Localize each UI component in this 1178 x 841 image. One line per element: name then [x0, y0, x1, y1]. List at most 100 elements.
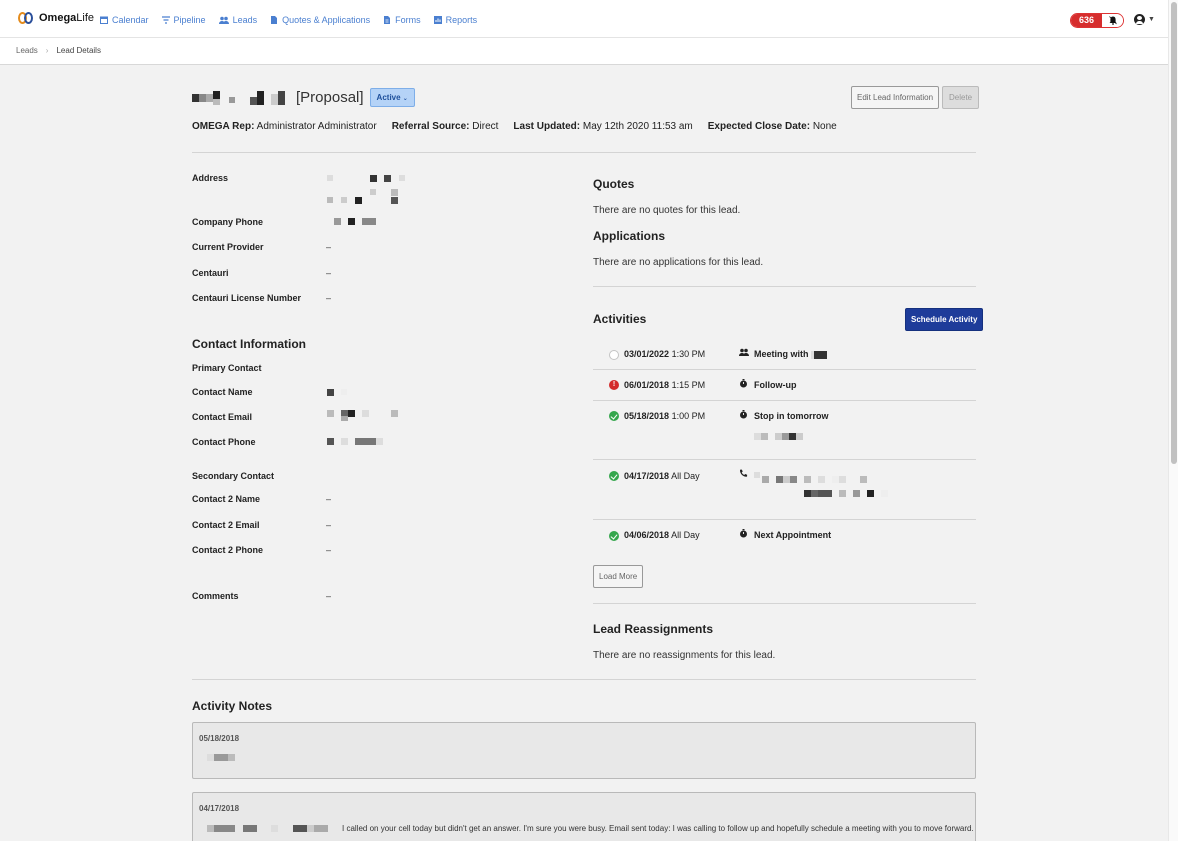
overdue-alert-icon: ! [609, 380, 619, 390]
document-icon [271, 16, 278, 24]
note-text: I called on your cell today but didn't g… [342, 824, 974, 833]
chevron-down-icon: ⌄ [402, 96, 408, 102]
funnel-icon [161, 16, 170, 24]
reassignments-empty-text: There are no reassignments for this lead… [593, 650, 776, 661]
stopwatch-icon [739, 379, 748, 390]
quotes-heading: Quotes [593, 177, 635, 191]
quotes-empty-text: There are no quotes for this lead. [593, 205, 741, 216]
meta-last-updated: Last Updated: May 12th 2020 11:53 am [513, 121, 693, 132]
divider [192, 679, 976, 680]
nav-quotes-applications[interactable]: Quotes & Applications [270, 15, 370, 25]
applications-empty-text: There are no applications for this lead. [593, 257, 764, 268]
contact2-phone-label: Contact 2 Phone [192, 545, 264, 555]
activity-row[interactable]: 05/18/2018 1:00 PM Stop in tomorrow [593, 401, 976, 460]
redacted-address [327, 175, 407, 205]
redacted-lead-name [192, 90, 292, 105]
page-scrollbar[interactable] [1168, 0, 1178, 841]
schedule-activity-button[interactable]: Schedule Activity [905, 308, 984, 331]
nav-reports[interactable]: Reports [433, 15, 478, 25]
activity-date: 04/17/2018 [624, 471, 670, 481]
activity-row[interactable]: 03/01/2022 1:30 PM Meeting with [593, 339, 976, 370]
contact2-name-value: – [326, 494, 332, 504]
comments-label: Comments [192, 591, 239, 601]
activity-row[interactable]: 04/17/2018 All Day [593, 460, 976, 520]
calendar-icon [100, 16, 108, 24]
activity-title: Stop in tomorrow [754, 411, 829, 421]
nav-leads[interactable]: Leads [218, 15, 257, 25]
current-provider-label: Current Provider [192, 242, 264, 252]
applications-heading: Applications [593, 229, 666, 243]
comments-value: – [326, 591, 332, 601]
redacted-company-phone [334, 218, 384, 226]
activity-row[interactable]: ! 06/01/2018 1:15 PM Follow-up [593, 370, 976, 401]
contact2-email-value: – [326, 520, 332, 530]
chevron-down-icon: ▼ [1148, 16, 1155, 23]
redacted-text [207, 825, 337, 833]
omegalife-logo[interactable]: OmegaLife [18, 12, 94, 24]
secondary-contact-heading: Secondary Contact [192, 471, 275, 481]
nav-calendar-label: Calendar [112, 15, 149, 25]
primary-contact-heading: Primary Contact [192, 363, 262, 373]
forms-icon [384, 16, 391, 24]
note-date: 05/18/2018 [199, 734, 240, 743]
nav-calendar[interactable]: Calendar [100, 15, 149, 25]
meta-referral-source: Referral Source: Direct [391, 121, 499, 132]
top-navigation-bar: OmegaLife Calendar Pipeline Leads Quotes… [0, 0, 1168, 38]
pending-status-icon [609, 350, 619, 360]
meta-omega-rep: OMEGA Rep: Administrator Administrator [192, 121, 377, 132]
nav-forms-label: Forms [395, 15, 421, 25]
activity-time: 1:00 PM [671, 411, 706, 421]
logo-icon [18, 12, 34, 24]
redacted-contact-phone [327, 438, 387, 446]
address-label: Address [192, 173, 229, 183]
current-provider-value: – [326, 242, 332, 252]
meta-expected-close: Expected Close Date: None [707, 121, 837, 132]
divider [192, 152, 976, 153]
centauri-license-label: Centauri License Number [192, 293, 302, 303]
lead-stage-label: [Proposal] [296, 89, 364, 106]
activity-title: Next Appointment [754, 530, 832, 540]
divider [593, 286, 976, 287]
notifications-button[interactable]: 636 [1070, 13, 1125, 28]
activities-heading: Activities [593, 312, 647, 326]
company-phone-label: Company Phone [192, 217, 264, 227]
nav-forms[interactable]: Forms [383, 15, 421, 25]
completed-check-icon [609, 531, 619, 541]
activity-notes-heading: Activity Notes [192, 699, 273, 713]
nav-reports-label: Reports [445, 15, 478, 25]
activity-title: Meeting with [754, 349, 809, 359]
contact-email-label: Contact Email [192, 412, 253, 422]
activity-date: 06/01/2018 [624, 380, 670, 390]
scrollbar-thumb[interactable] [1171, 2, 1177, 464]
load-more-button[interactable]: Load More [593, 565, 644, 588]
bell-icon [1102, 14, 1124, 27]
lead-meta: OMEGA Rep: Administrator Administrator R… [192, 121, 852, 132]
activity-time: All Day [671, 471, 700, 481]
redacted-contact-email [327, 410, 402, 422]
redacted-text [207, 754, 237, 762]
delete-lead-button[interactable]: Delete [942, 86, 980, 109]
redacted-text [754, 433, 814, 441]
contact2-phone-value: – [326, 545, 332, 555]
activity-row[interactable]: 04/06/2018 All Day Next Appointment [593, 520, 976, 550]
centauri-label: Centauri [192, 268, 229, 278]
chart-icon [433, 16, 442, 24]
lead-status-dropdown[interactable]: Active ⌄ [369, 88, 415, 107]
activity-title: Follow-up [754, 380, 797, 390]
edit-lead-button[interactable]: Edit Lead Information [851, 86, 940, 109]
activity-date: 04/06/2018 [624, 530, 670, 540]
nav-pipeline[interactable]: Pipeline [161, 15, 206, 25]
user-menu[interactable]: ▼ [1134, 14, 1155, 25]
nav-pipeline-label: Pipeline [173, 15, 206, 25]
redacted-text [811, 350, 828, 359]
breadcrumb-leads-link[interactable]: Leads [16, 46, 38, 55]
redacted-text [754, 472, 894, 500]
activity-time: All Day [671, 530, 700, 540]
users-icon [218, 16, 229, 24]
activity-date: 05/18/2018 [624, 411, 670, 421]
contact-name-label: Contact Name [192, 387, 253, 397]
activity-date: 03/01/2022 [624, 349, 670, 359]
lead-reassignments-heading: Lead Reassignments [593, 622, 714, 636]
contact-phone-label: Contact Phone [192, 437, 256, 447]
phone-icon [739, 469, 748, 480]
